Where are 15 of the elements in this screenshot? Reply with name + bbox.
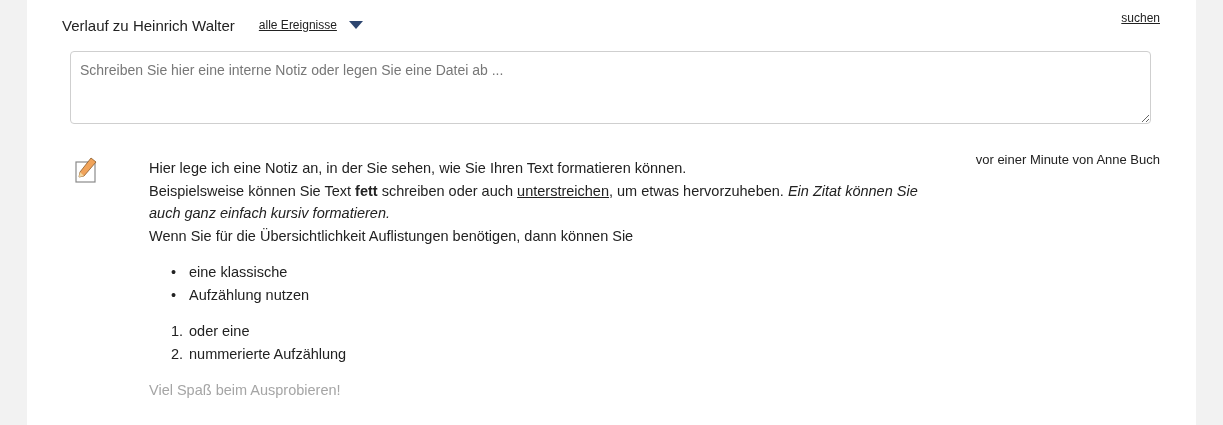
- list-item: • Aufzählung nutzen: [171, 285, 311, 305]
- closing-line: Viel Spaß beim Ausprobieren!: [149, 381, 342, 400]
- entry-meta: vor einer Minute von Anne Buch: [975, 152, 1160, 167]
- timeline-title: Verlauf zu Heinrich Walter: [62, 16, 235, 34]
- caret-icon[interactable]: [348, 21, 363, 29]
- note-paragraph: Beispielsweise können Sie Text fett schreiben oder auch unterstreichen, um etwas hervorzuheben. Ein Zitat können Sie auch ganz einfach kursiv formatieren.: [149, 181, 919, 223]
- pencil-note-icon: [75, 157, 97, 183]
- note-input-field[interactable]: Schreiben Sie hier eine interne Notiz oder legen Sie eine Datei ab ...: [70, 51, 1151, 124]
- list-item: 2. nummerierte Aufzählung: [171, 344, 348, 364]
- note-paragraph: Wenn Sie für die Übersichtlichkeit Auflistungen benötigen, dann können Sie: [149, 226, 635, 246]
- list-item: • eine klassische: [171, 263, 289, 282]
- list-item: 1. oder eine: [171, 322, 251, 341]
- search-link[interactable]: suchen: [1121, 11, 1160, 25]
- filter-link[interactable]: alle Ereignisse: [258, 18, 337, 32]
- note-paragraph: Hier lege ich eine Notiz an, in der Sie sehen, wie Sie Ihren Text formatieren können.: [149, 159, 688, 178]
